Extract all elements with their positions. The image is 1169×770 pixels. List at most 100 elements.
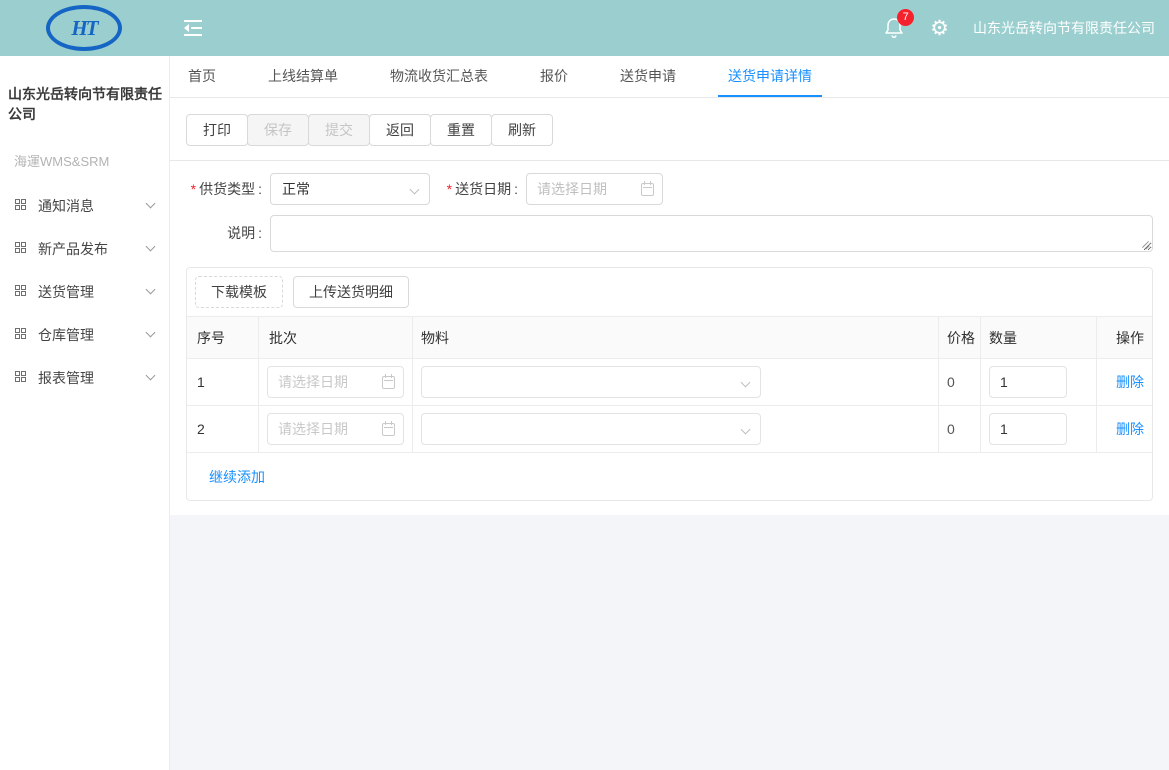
sidebar-item-label: 报表管理	[38, 368, 147, 388]
chevron-down-icon	[410, 185, 420, 195]
supply-type-label: *供货类型:	[186, 179, 264, 199]
delete-link[interactable]: 删除	[1116, 372, 1144, 392]
table-row: 2 0	[187, 405, 1152, 452]
delivery-date-picker[interactable]	[526, 173, 663, 205]
calendar-icon	[382, 376, 395, 389]
row-price: 0	[939, 406, 981, 452]
row-index: 2	[187, 406, 259, 452]
table-row: 1 0	[187, 358, 1152, 405]
row-batch-cell	[259, 359, 413, 405]
form-row-note: 说明:	[186, 215, 1153, 252]
sidebar-item-label: 通知消息	[38, 196, 147, 216]
notification-bell-icon[interactable]: 7	[884, 16, 906, 40]
chevron-down-icon	[146, 285, 156, 295]
note-textarea[interactable]	[270, 215, 1153, 252]
sidebar-company-title: 山东光岳转向节有限责任公司	[0, 56, 169, 124]
detail-card: 下载模板 上传送货明细 序号 批次 物料 价格 数量 操作 1	[186, 267, 1153, 501]
sidebar: 山东光岳转向节有限责任公司 海運WMS&SRM 通知消息 新产品发布 送货管理 …	[0, 56, 170, 770]
tab-online-settlement[interactable]: 上线结算单	[258, 56, 348, 97]
sidebar-item-label: 仓库管理	[38, 325, 147, 345]
calendar-icon	[382, 423, 395, 436]
sidebar-item-label: 新产品发布	[38, 239, 147, 259]
batch-date-picker[interactable]	[267, 366, 404, 398]
material-select[interactable]	[421, 413, 761, 445]
tab-bar: 首页 上线结算单 物流收货汇总表 报价 送货申请 送货申请详情	[170, 56, 1169, 98]
add-more-link[interactable]: 继续添加	[209, 467, 265, 487]
detail-card-buttons: 下载模板 上传送货明细	[187, 268, 1152, 316]
logo-text: HT	[71, 16, 96, 41]
row-batch-cell	[259, 406, 413, 452]
row-action-cell: 删除	[1097, 359, 1152, 405]
row-material-cell	[413, 359, 939, 405]
sidebar-item-reports[interactable]: 报表管理	[0, 356, 169, 399]
calendar-icon	[641, 183, 654, 196]
supply-type-select[interactable]: 正常	[270, 173, 430, 205]
submit-button[interactable]: 提交	[308, 114, 370, 146]
chevron-down-icon	[146, 371, 156, 381]
chevron-down-icon	[146, 199, 156, 209]
table-header-row: 序号 批次 物料 价格 数量 操作	[187, 316, 1152, 358]
col-header-price: 价格	[939, 317, 981, 358]
col-header-index: 序号	[187, 317, 259, 358]
notification-badge: 7	[897, 9, 914, 26]
delete-link[interactable]: 删除	[1116, 419, 1144, 439]
menu-fold-icon[interactable]	[184, 20, 204, 36]
col-header-quantity: 数量	[981, 317, 1097, 358]
grid-icon	[15, 242, 28, 255]
col-header-action: 操作	[1097, 317, 1152, 358]
delivery-date-label: *送货日期:	[442, 179, 520, 199]
grid-icon	[15, 285, 28, 298]
chevron-down-icon	[741, 378, 751, 388]
table-footer-row: 继续添加	[187, 452, 1152, 500]
sidebar-menu: 通知消息 新产品发布 送货管理 仓库管理 报表管理	[0, 184, 169, 399]
header-company-name: 山东光岳转向节有限责任公司	[973, 18, 1155, 38]
page-content: 打印 保存 提交 返回 重置 刷新 *供货类型: 正常 *送货日期: 说明:	[170, 98, 1169, 515]
tab-delivery-request[interactable]: 送货申请	[610, 56, 686, 97]
print-button[interactable]: 打印	[186, 114, 248, 146]
material-select[interactable]	[421, 366, 761, 398]
back-button[interactable]: 返回	[369, 114, 431, 146]
col-header-batch: 批次	[259, 317, 413, 358]
sidebar-item-new-product[interactable]: 新产品发布	[0, 227, 169, 270]
form-row-type-date: *供货类型: 正常 *送货日期:	[186, 173, 1153, 205]
chevron-down-icon	[741, 425, 751, 435]
toolbar: 打印 保存 提交 返回 重置 刷新	[186, 114, 552, 146]
col-header-material: 物料	[413, 317, 939, 358]
tab-home[interactable]: 首页	[178, 56, 226, 97]
row-material-cell	[413, 406, 939, 452]
quantity-input[interactable]	[989, 413, 1067, 445]
row-quantity-cell	[981, 406, 1097, 452]
sidebar-item-notifications[interactable]: 通知消息	[0, 184, 169, 227]
divider	[170, 160, 1169, 161]
sidebar-item-delivery[interactable]: 送货管理	[0, 270, 169, 313]
grid-icon	[15, 371, 28, 384]
settings-gear-icon[interactable]: ⚙	[930, 18, 949, 39]
sidebar-item-warehouse[interactable]: 仓库管理	[0, 313, 169, 356]
note-label: 说明:	[186, 223, 264, 243]
tab-quotation[interactable]: 报价	[530, 56, 578, 97]
row-index: 1	[187, 359, 259, 405]
note-textarea-wrap	[270, 215, 1153, 252]
save-button[interactable]: 保存	[247, 114, 309, 146]
sidebar-item-label: 送货管理	[38, 282, 147, 302]
main-area: 首页 上线结算单 物流收货汇总表 报价 送货申请 送货申请详情 打印 保存 提交…	[170, 56, 1169, 770]
batch-date-picker[interactable]	[267, 413, 404, 445]
grid-icon	[15, 328, 28, 341]
refresh-button[interactable]: 刷新	[491, 114, 553, 146]
app-header: HT 7 ⚙ 山东光岳转向节有限责任公司	[0, 0, 1169, 56]
row-quantity-cell	[981, 359, 1097, 405]
row-price: 0	[939, 359, 981, 405]
chevron-down-icon	[146, 242, 156, 252]
row-action-cell: 删除	[1097, 406, 1152, 452]
detail-table: 序号 批次 物料 价格 数量 操作 1	[187, 316, 1152, 500]
tab-delivery-request-detail[interactable]: 送货申请详情	[718, 56, 822, 97]
reset-button[interactable]: 重置	[430, 114, 492, 146]
upload-detail-button[interactable]: 上传送货明细	[293, 276, 409, 308]
download-template-button[interactable]: 下载模板	[195, 276, 283, 308]
chevron-down-icon	[146, 328, 156, 338]
quantity-input[interactable]	[989, 366, 1067, 398]
grid-icon	[15, 199, 28, 212]
tab-logistics-summary[interactable]: 物流收货汇总表	[380, 56, 498, 97]
company-logo: HT	[46, 5, 122, 51]
sidebar-system-name: 海運WMS&SRM	[0, 151, 169, 170]
